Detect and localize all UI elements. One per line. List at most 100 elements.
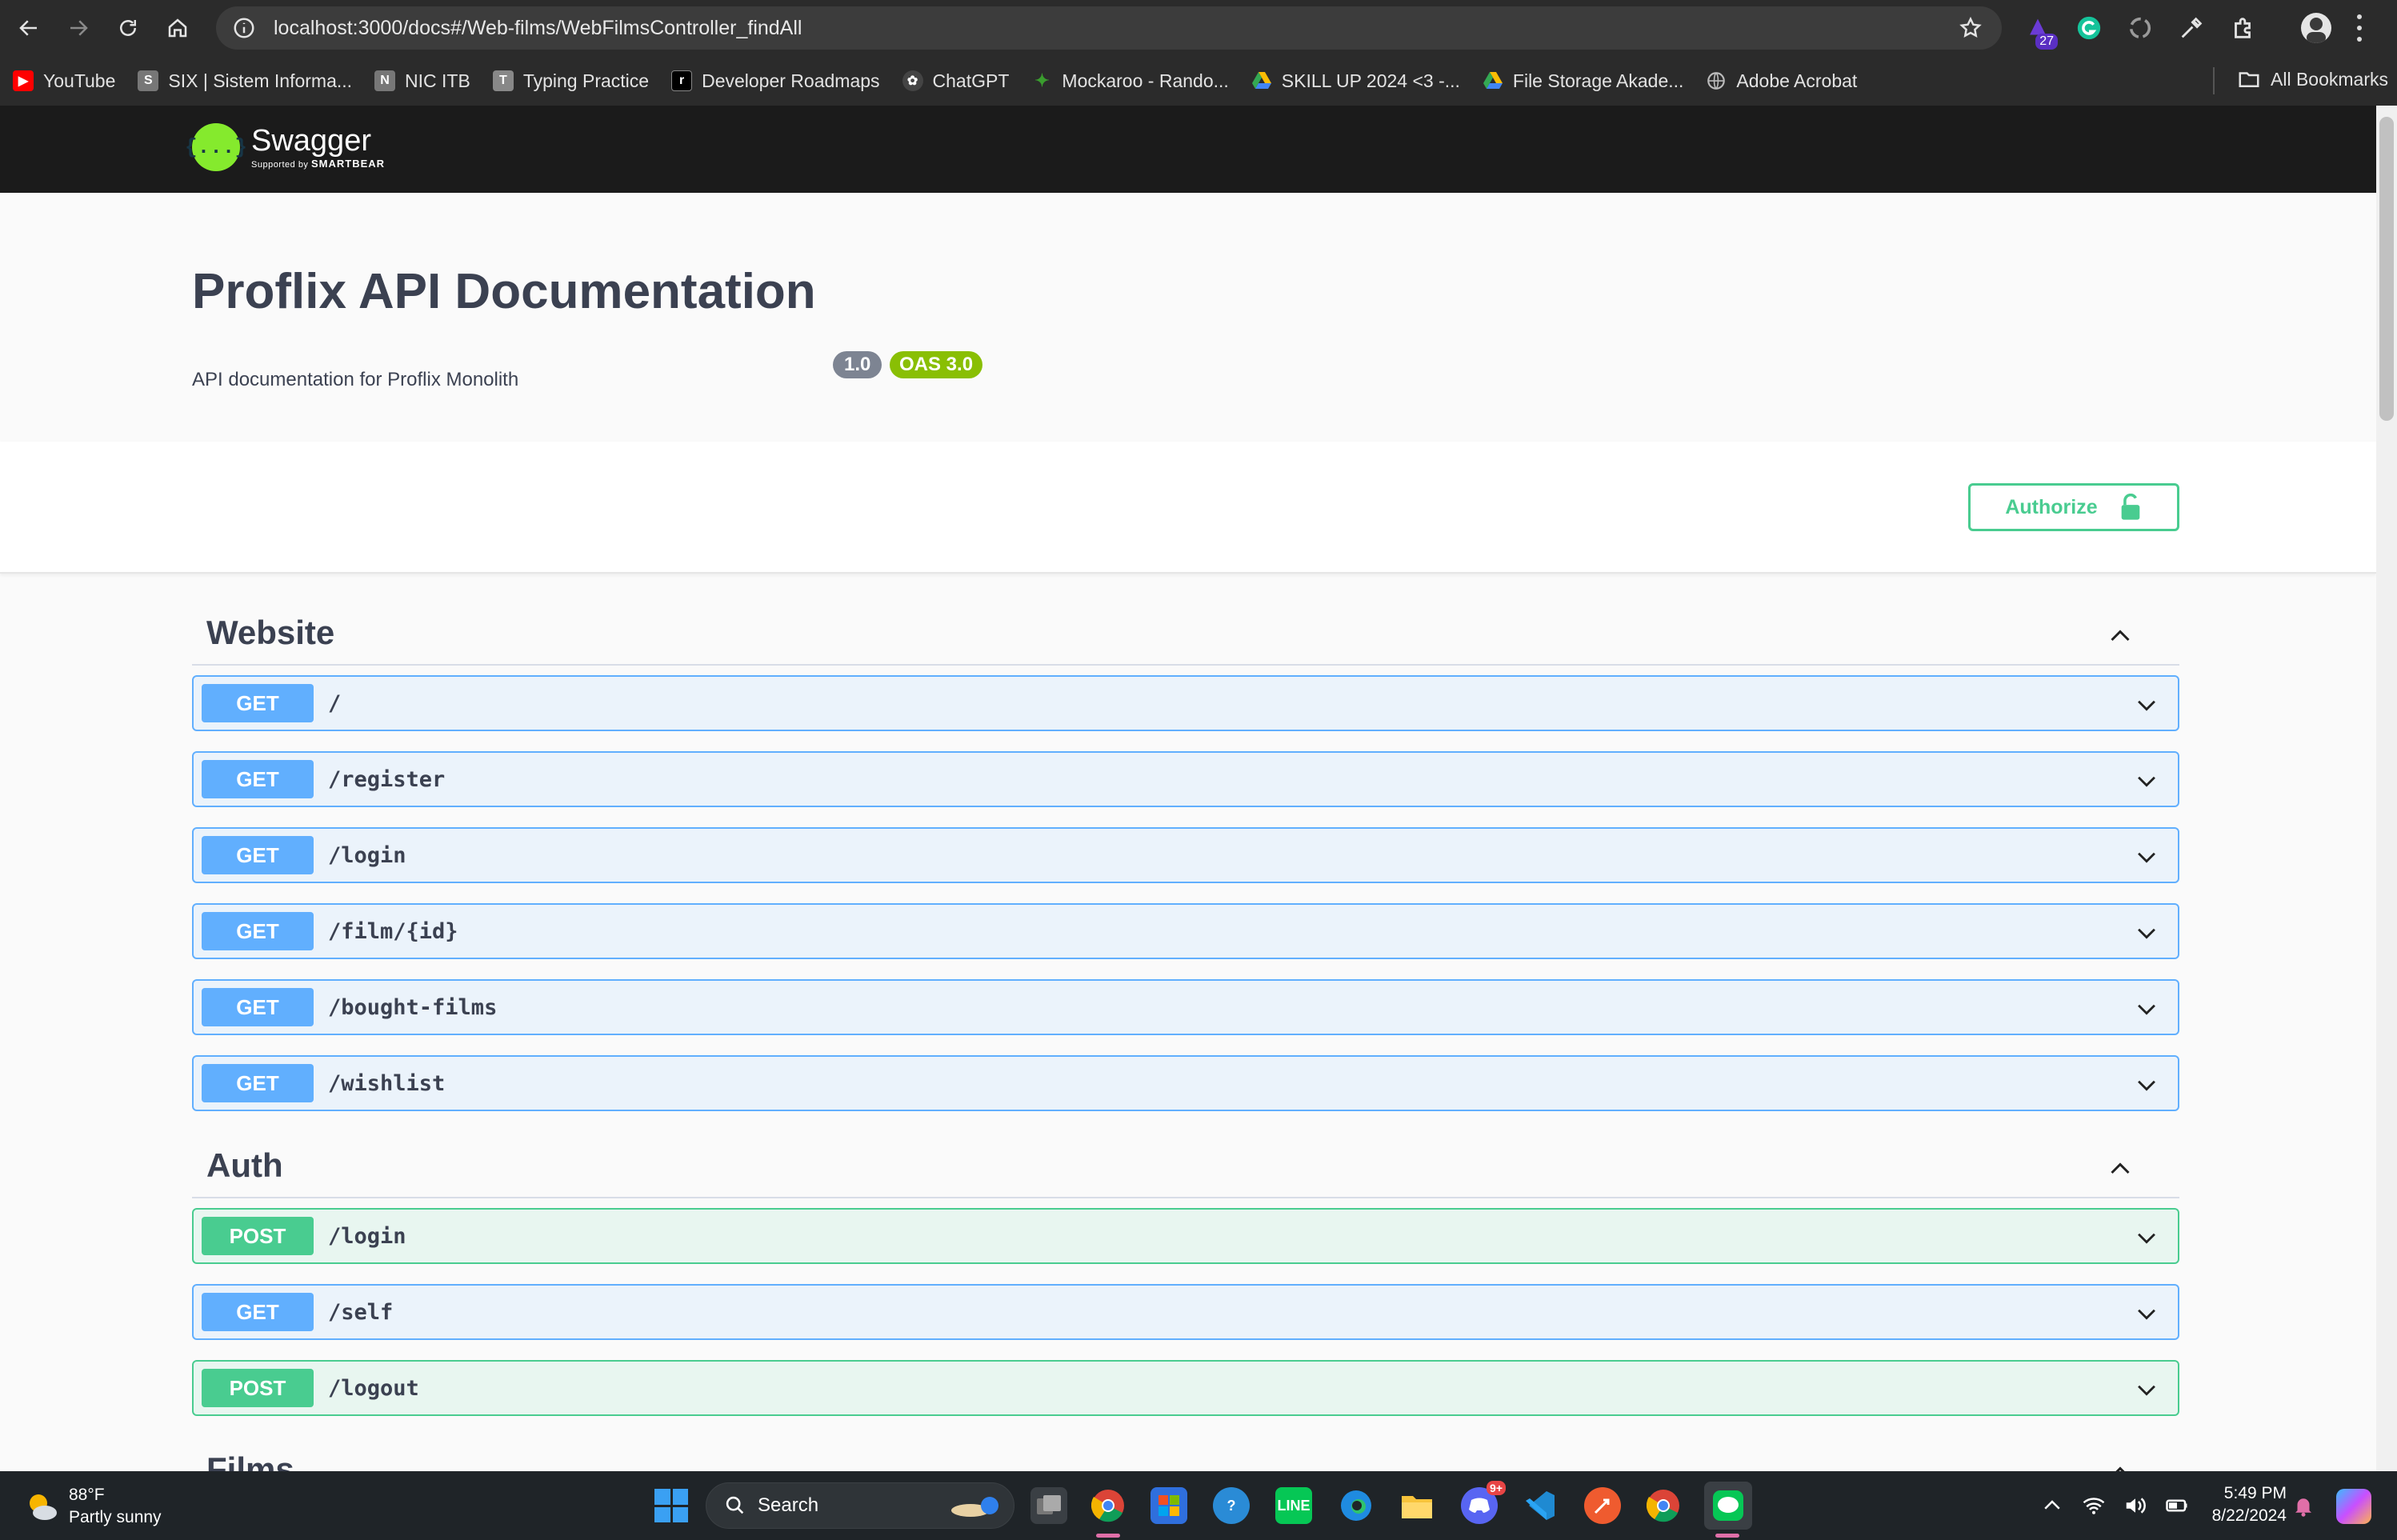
chrome-icon[interactable] [1090,1487,1126,1524]
version-badge: 1.0 [833,351,882,378]
vscode-icon[interactable] [1522,1487,1559,1524]
profile-avatar[interactable] [2301,13,2331,43]
chevron-up-icon [2115,1466,2125,1471]
file-explorer-icon[interactable] [1399,1487,1435,1524]
page-scrollbar[interactable] [2376,106,2397,1471]
chevron-up-icon [2111,1162,2130,1174]
bookmark-mockaroo[interactable]: ✦ Mockaroo - Rando... [1031,70,1229,92]
operation-path: / [328,690,342,716]
edge-icon[interactable] [1338,1487,1375,1524]
bookmark-adobe-acrobat[interactable]: Adobe Acrobat [1706,70,1857,92]
browser-menu-button[interactable] [2355,14,2363,42]
method-badge: GET [202,760,314,798]
swagger-logo[interactable]: {...} Swagger Supported by SMARTBEAR [185,123,385,171]
help-icon[interactable]: ? [1213,1487,1250,1524]
roadmap-icon: r [671,70,693,91]
url-text[interactable]: localhost:3000/docs#/Web-films/WebFilmsC… [274,17,802,40]
bookmark-nic-itb[interactable]: N NIC ITB [374,70,470,92]
method-badge: GET [202,988,314,1026]
scheme-container: Authorize [0,442,2376,574]
globe-icon [1706,70,1727,91]
operation-get-bought-films[interactable]: GET /bought-films [192,979,2179,1035]
bookmark-typing-practice[interactable]: T Typing Practice [492,70,649,92]
tag-name: Website [206,614,335,651]
task-view-icon[interactable] [1030,1487,1067,1524]
weather-widget[interactable]: 88°F Partly sunny [24,1484,162,1529]
sync-extension-icon[interactable] [2127,14,2154,42]
bookmark-six[interactable]: S SIX | Sistem Informa... [138,70,352,92]
discord-icon[interactable]: 9+ [1461,1481,1506,1524]
search-highlight-icon [951,1497,998,1517]
clock-time: 5:49 PM [2223,1484,2287,1502]
method-badge: GET [202,836,314,874]
bookmark-star-icon[interactable] [1959,16,1983,40]
nic-icon: N [374,70,396,91]
home-icon [168,18,187,38]
extension-purple-icon[interactable]: 27 [2024,14,2058,50]
arrow-right-icon [70,20,88,36]
arrow-left-icon [19,20,37,36]
bookmark-skill-up[interactable]: SKILL UP 2024 <3 -... [1251,70,1460,92]
operation-get-film-id[interactable]: GET /film/{id} [192,903,2179,959]
chevron-up-icon [2111,630,2130,642]
start-button[interactable] [654,1489,688,1522]
weather-temperature: 88°F [69,1486,105,1504]
all-bookmarks-button[interactable]: All Bookmarks [2237,67,2388,91]
operation-get-login[interactable]: GET /login [192,827,2179,883]
operation-get-register[interactable]: GET /register [192,751,2179,807]
chevron-up-icon[interactable] [2040,1494,2064,1518]
bookmark-file-storage[interactable]: File Storage Akade... [1483,70,1683,92]
bookmark-youtube[interactable]: ▶ YouTube [13,70,115,92]
chevron-down-icon [2138,1004,2155,1015]
scrollbar-thumb[interactable] [2379,117,2394,421]
operation-get-wishlist[interactable]: GET /wishlist [192,1055,2179,1111]
operation-get-self[interactable]: GET /self [192,1284,2179,1340]
tag-auth[interactable]: Auth [192,1134,2179,1198]
operation-path: /register [328,766,446,792]
line-app-icon[interactable]: LINE [1275,1487,1312,1524]
address-bar[interactable]: localhost:3000/docs#/Web-films/WebFilmsC… [216,6,2002,50]
operation-path: /film/{id} [328,918,458,944]
method-badge: POST [202,1217,314,1255]
eyedropper-icon[interactable] [2178,14,2205,42]
chevron-down-icon [2138,1233,2155,1244]
swagger-topbar: {...} Swagger Supported by SMARTBEAR [0,106,2376,193]
back-button[interactable] [8,7,50,49]
profile-icon [2307,18,2326,43]
reload-icon [120,20,136,36]
operation-post-logout[interactable]: POST /logout [192,1360,2179,1416]
volume-icon[interactable] [2123,1494,2147,1518]
notification-bell-icon[interactable] [2291,1494,2315,1518]
site-info-icon[interactable] [232,16,256,40]
postman-icon[interactable] [1584,1487,1621,1524]
home-button[interactable] [157,7,198,49]
system-clock[interactable]: 5:49 PM 8/22/2024 [2183,1482,2287,1527]
reload-button[interactable] [107,7,149,49]
forward-button[interactable] [58,7,99,49]
authorize-button[interactable]: Authorize [1968,483,2179,531]
tag-website[interactable]: Website [192,602,2179,666]
wifi-icon[interactable] [2082,1494,2106,1518]
copilot-icon[interactable] [2336,1489,2371,1524]
microsoft-store-icon[interactable] [1150,1487,1187,1524]
operation-path: /login [328,1223,406,1249]
operation-post-login[interactable]: POST /login [192,1208,2179,1264]
youtube-icon: ▶ [13,70,34,91]
tag-films[interactable]: Films [192,1438,2179,1471]
extensions-area: 27 [2024,8,2256,50]
puzzle-extensions-icon[interactable] [2229,14,2256,42]
operation-path: /self [328,1299,394,1325]
api-description: API documentation for Proflix Monolith [192,369,519,390]
chevron-down-icon [2138,852,2155,863]
taskbar-search[interactable]: Search [706,1482,1014,1529]
browser-toolbar: localhost:3000/docs#/Web-films/WebFilmsC… [0,0,2397,56]
bookmark-developer-roadmaps[interactable]: r Developer Roadmaps [671,70,880,92]
page-viewport: {...} Swagger Supported by SMARTBEAR Pro… [0,106,2376,1471]
line-active-app-icon[interactable] [1704,1482,1752,1530]
system-tray [2040,1494,2189,1518]
bookmark-chatgpt[interactable]: ✿ ChatGPT [902,70,1009,92]
keyboard-icon: T [492,70,514,91]
chrome-profile-icon[interactable] [1645,1487,1682,1524]
grammarly-icon[interactable] [2075,14,2103,42]
operation-get-root[interactable]: GET / [192,675,2179,731]
